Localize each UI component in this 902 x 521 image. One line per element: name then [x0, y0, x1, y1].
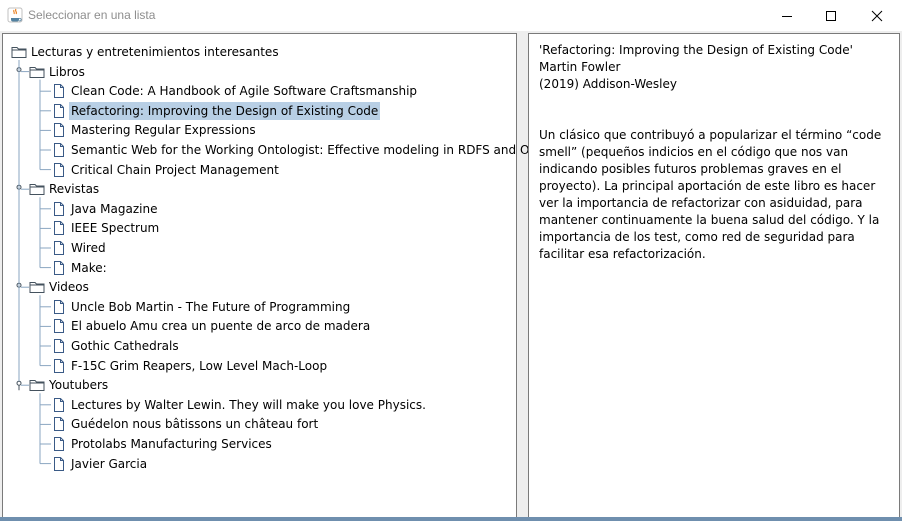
java-app-icon [7, 7, 23, 23]
expand-handle-icon[interactable] [16, 380, 22, 391]
document-icon [54, 143, 64, 157]
close-button[interactable] [854, 0, 900, 31]
document-icon [54, 84, 64, 99]
document-icon [54, 201, 64, 216]
minimize-button[interactable] [764, 0, 810, 31]
tree-node-label: Lectures by Walter Lewin. They will make… [71, 397, 426, 412]
tree-node-label: Javier Garcia [71, 456, 148, 471]
folder-icon [11, 47, 27, 58]
document-icon [54, 339, 64, 353]
tree-node-label: Semantic Web for the Working Ontologist:… [71, 143, 548, 157]
tree-node-label: Videos [49, 280, 89, 295]
tree-node-label: Uncle Bob Martin - The Future of Program… [71, 299, 351, 314]
close-icon [871, 10, 883, 21]
detail-title: 'Refactoring: Improving the Design of Ex… [539, 43, 853, 57]
detail-description: Un clásico que contribuyó a popularizar … [539, 128, 882, 261]
tree-node-label: Wired [71, 241, 106, 255]
folder-icon [29, 282, 45, 294]
maximize-icon [826, 10, 836, 21]
tree-node-label: Youtubers [49, 378, 109, 393]
title-bar: Seleccionar en una lista [0, 0, 902, 31]
tree-node-label: IEEE Spectrum [71, 221, 160, 236]
document-icon [54, 162, 64, 177]
document-icon [54, 299, 64, 314]
tree-node-label: Clean Code: A Handbook of Agile Software… [71, 84, 418, 99]
detail-panel: 'Refactoring: Improving the Design of Ex… [528, 33, 900, 519]
window-title: Seleccionar en una lista [28, 8, 156, 22]
client-area: Lecturas y entretenimientos interesantes… [0, 31, 902, 521]
document-icon [54, 417, 64, 432]
detail-text: 'Refactoring: Improving the Design of Ex… [539, 42, 894, 263]
tree-node-label: F-15C Grim Reapers, Low Level Mach-Loop [71, 358, 328, 373]
detail-author: Martin Fowler [539, 60, 621, 74]
tree-panel[interactable]: Lecturas y entretenimientos interesantes… [2, 33, 548, 519]
document-icon [54, 456, 64, 471]
folder-icon [29, 184, 45, 196]
minimize-icon [782, 15, 792, 17]
document-icon [54, 123, 64, 138]
document-icon [54, 103, 64, 118]
document-icon [54, 358, 64, 373]
folder-icon [29, 66, 45, 78]
tree-node-label: Mastering Regular Expressions [71, 123, 256, 138]
tree-node-label: El abuelo Amu crea un puente de arco de … [71, 319, 371, 334]
taskbar-edge [0, 517, 902, 521]
tree-node-label: Revistas [49, 182, 100, 197]
tree-node-label: Refactoring: Improving the Design of Exi… [69, 101, 381, 120]
tree-node-label: Make: [71, 260, 107, 275]
tree-node-label: Critical Chain Project Management [71, 162, 279, 177]
detail-publication: (2019) Addison-Wesley [539, 77, 677, 91]
folder-icon [29, 380, 45, 392]
document-icon [54, 221, 64, 236]
tree-node-label: Gothic Cathedrals [71, 339, 179, 353]
maximize-button[interactable] [808, 0, 854, 31]
tree-node-label: Lecturas y entretenimientos interesantes [31, 45, 279, 59]
tree-node-label: Protolabs Manufacturing Services [71, 437, 272, 451]
document-icon [54, 437, 64, 451]
document-icon [54, 260, 64, 275]
tree-node-label: Libros [49, 64, 85, 79]
document-icon [54, 241, 64, 255]
document-icon [54, 397, 64, 412]
tree-node-label: Guédelon nous bâtissons un château fort [71, 417, 319, 432]
tree-node-label: Java Magazine [71, 201, 158, 216]
document-icon [54, 319, 64, 334]
